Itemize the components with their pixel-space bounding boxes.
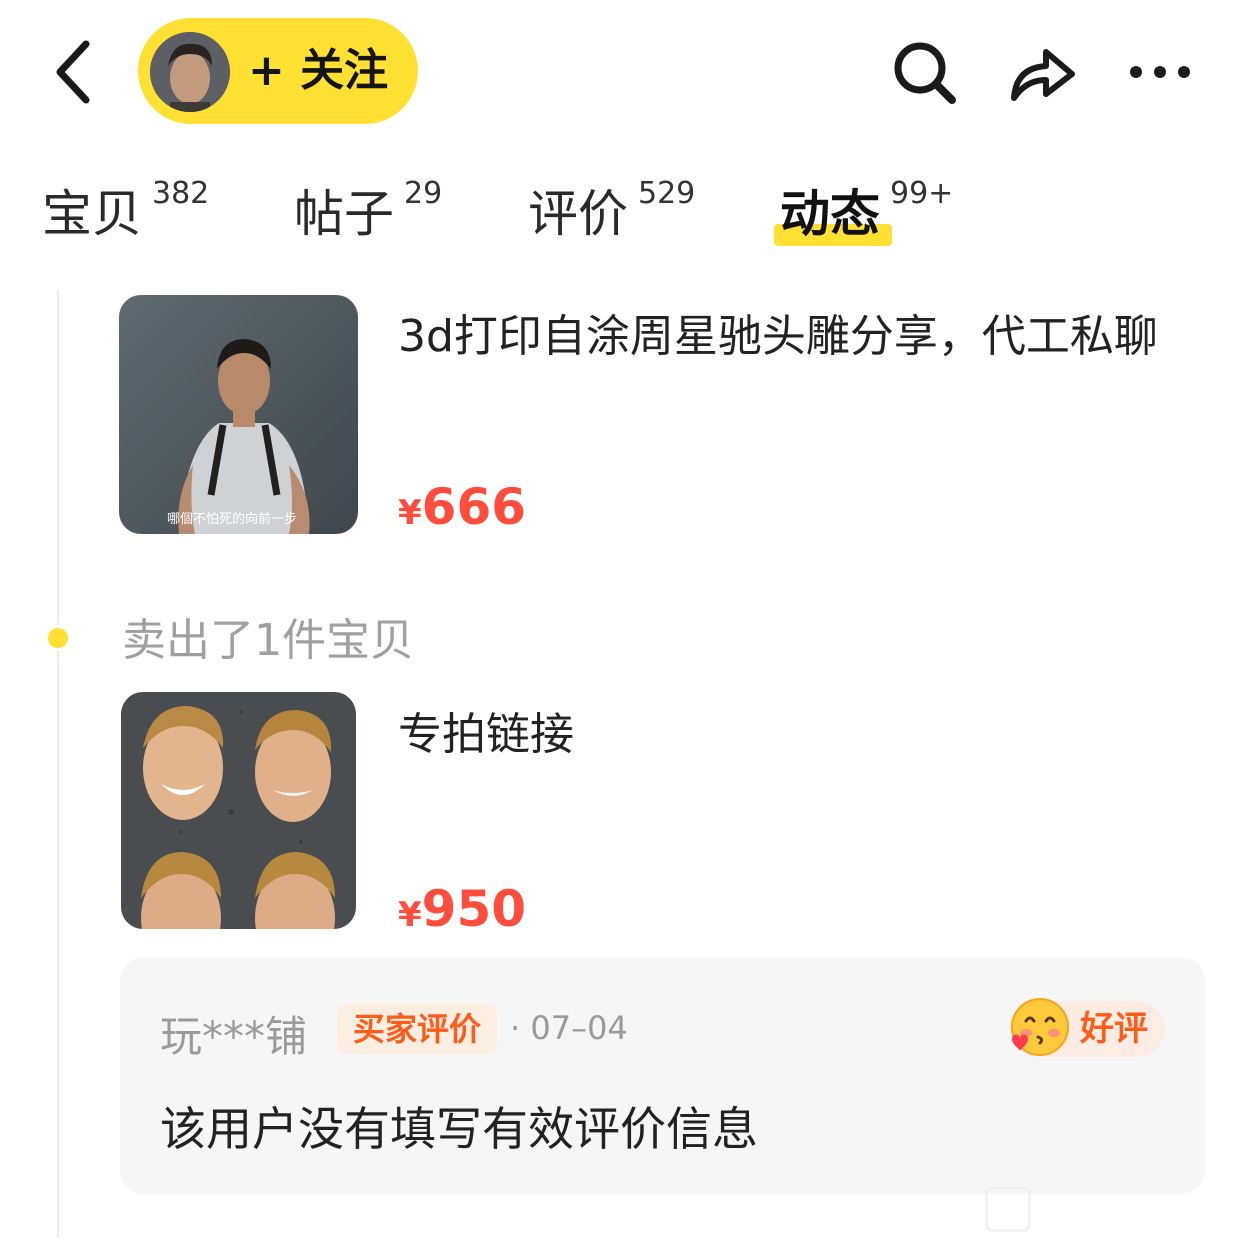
rating-label: 好评 [1080, 1009, 1148, 1049]
tab-label: 评价 [528, 185, 628, 243]
seller-activity-page: + 关注 宝贝 382 帖子 29 评价 529 动态 99+ 哪個不怕死的向前… [0, 0, 1242, 1238]
reviewer-name: 玩***铺 [160, 1012, 308, 1061]
price-symbol: ¥ [398, 493, 422, 533]
watermark-icon [985, 1186, 1031, 1232]
back-button[interactable] [46, 36, 106, 108]
follow-button[interactable]: + 关注 [138, 18, 418, 124]
search-icon [894, 42, 956, 104]
thumb-caption: 哪個不怕死的向前一步 [167, 511, 297, 527]
tab-label: 动态 [780, 185, 880, 243]
rating-badge: 好评 [1010, 998, 1165, 1057]
share-arrow-icon [1011, 49, 1075, 101]
sold-note: 卖出了1件宝贝 [122, 615, 414, 666]
review-card[interactable]: 玩***铺 买家评价 · 07–04 好评 该用户没有填写有效评价信息 [120, 957, 1205, 1194]
tab-label: 帖子 [294, 185, 394, 243]
search-button[interactable] [888, 36, 960, 108]
seller-avatar [150, 32, 230, 112]
kiss-face-icon [1011, 998, 1069, 1056]
review-date: · 07–04 [510, 1009, 628, 1047]
tab-activity[interactable]: 动态 99+ [774, 174, 953, 254]
tab-count: 29 [404, 176, 443, 211]
share-button[interactable] [1006, 36, 1078, 108]
item-price: ¥666 [398, 478, 526, 536]
timeline-dot [48, 628, 68, 648]
item-title[interactable]: 专拍链接 [398, 698, 574, 762]
tab-reviews[interactable]: 评价 529 [528, 174, 695, 254]
price-value: 666 [421, 478, 527, 536]
tab-items[interactable]: 宝贝 382 [42, 174, 209, 254]
buyer-review-badge: 买家评价 [337, 1004, 498, 1054]
price-value: 950 [421, 880, 527, 938]
follow-label: + 关注 [248, 45, 389, 96]
tab-posts[interactable]: 帖子 29 [294, 174, 442, 254]
more-button[interactable] [1124, 36, 1196, 108]
item-thumbnail[interactable]: 哪個不怕死的向前一步 [119, 295, 358, 534]
item-price: ¥950 [398, 880, 526, 938]
item-thumbnail[interactable] [121, 692, 356, 929]
tab-count: 99+ [890, 176, 954, 211]
tab-label: 宝贝 [42, 185, 142, 243]
tab-count: 529 [638, 176, 696, 211]
item-title[interactable]: 3d打印自涂周星驰头雕分享，代工私聊 [398, 300, 1158, 364]
price-symbol: ¥ [398, 895, 422, 935]
review-text: 该用户没有填写有效评价信息 [160, 1102, 758, 1156]
more-dots-icon [1130, 66, 1190, 78]
back-chevron-icon [56, 40, 90, 104]
timeline-line [57, 290, 59, 1238]
tab-count: 382 [152, 176, 210, 211]
